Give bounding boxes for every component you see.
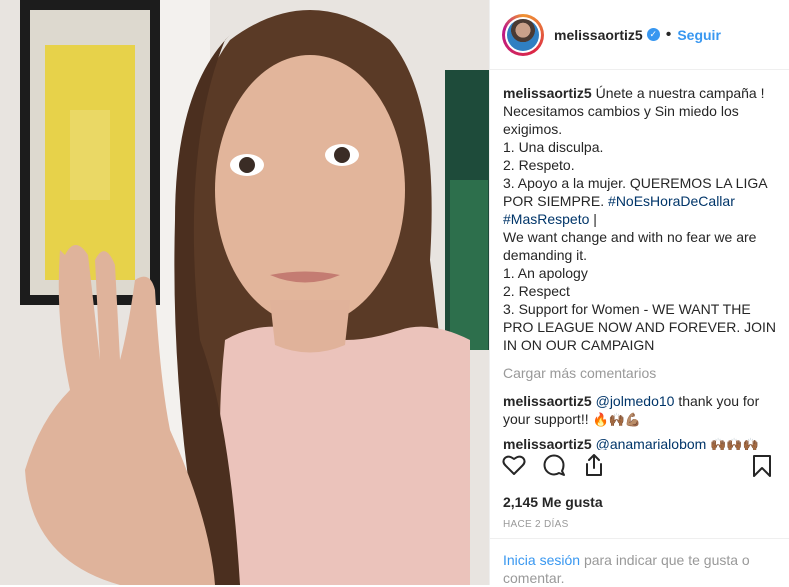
login-link[interactable]: Inicia sesión bbox=[503, 552, 580, 568]
post-header: melissaortiz5 ✓ • Seguir bbox=[490, 0, 789, 70]
comments-panel: melissaortiz5 Únete a nuestra campaña ! … bbox=[490, 70, 789, 450]
caption-line: 1. Una disculpa. bbox=[503, 139, 604, 155]
comment-username[interactable]: melissaortiz5 bbox=[503, 436, 592, 450]
selfie-image bbox=[0, 0, 489, 585]
comment-item: melissaortiz5 @jolmedo10 thank you for y… bbox=[503, 392, 778, 429]
hashtag-link[interactable]: #MasRespeto bbox=[503, 211, 589, 227]
comment-username[interactable]: melissaortiz5 bbox=[503, 393, 592, 409]
caption-line: We want change and with no fear we are d… bbox=[503, 229, 757, 263]
avatar[interactable] bbox=[502, 13, 544, 56]
heart-icon[interactable] bbox=[500, 451, 528, 479]
follow-button[interactable]: Seguir bbox=[677, 27, 721, 43]
post-timestamp[interactable]: HACE 2 DÍAS bbox=[503, 519, 569, 530]
caption-line: 3. Support for Women - WE WANT THE PRO L… bbox=[503, 301, 777, 353]
post-sidebar: melissaortiz5 ✓ • Seguir melissaortiz5 Ú… bbox=[489, 0, 789, 586]
login-prompt: Inicia sesión para indicar que te gusta … bbox=[490, 538, 789, 586]
separator-dot: • bbox=[665, 25, 672, 43]
avatar-border bbox=[505, 16, 541, 53]
comment-emoji: 🔥🙌🏾💪🏽 bbox=[592, 412, 642, 427]
comment-item: melissaortiz5 @anamarialobom 🙌🏾🙌🏾🙌🏾 bbox=[503, 435, 778, 450]
caption-username[interactable]: melissaortiz5 bbox=[503, 85, 592, 101]
caption-separator: | bbox=[593, 211, 597, 227]
action-bar bbox=[490, 450, 789, 480]
comment-icon[interactable] bbox=[540, 451, 568, 479]
caption-line: Necesitamos cambios y Sin miedo los exig… bbox=[503, 103, 739, 137]
verified-check-icon: ✓ bbox=[646, 28, 660, 41]
caption-line: 2. Respect bbox=[503, 283, 570, 299]
share-icon[interactable] bbox=[580, 451, 608, 479]
hashtag-link[interactable]: #NoEsHoraDeCallar bbox=[608, 193, 735, 209]
caption-line: Únete a nuestra campaña ! bbox=[595, 85, 765, 101]
caption-line: 1. An apology bbox=[503, 265, 588, 281]
instagram-post: melissaortiz5 ✓ • Seguir melissaortiz5 Ú… bbox=[0, 0, 789, 586]
load-more-comments-button[interactable]: Cargar más comentarios bbox=[503, 364, 778, 382]
mention-link[interactable]: @anamarialobom bbox=[596, 436, 707, 450]
avatar-image bbox=[507, 18, 539, 51]
post-photo[interactable] bbox=[0, 0, 489, 585]
mention-link[interactable]: @jolmedo10 bbox=[596, 393, 675, 409]
comment-emoji: 🙌🏾🙌🏾🙌🏾 bbox=[710, 437, 759, 450]
likes-count[interactable]: 2,145 Me gusta bbox=[503, 494, 603, 510]
bookmark-icon[interactable] bbox=[748, 452, 776, 480]
caption-line: 2. Respeto. bbox=[503, 157, 575, 173]
post-caption: melissaortiz5 Únete a nuestra campaña ! … bbox=[503, 84, 778, 354]
username-link[interactable]: melissaortiz5 bbox=[554, 27, 643, 43]
